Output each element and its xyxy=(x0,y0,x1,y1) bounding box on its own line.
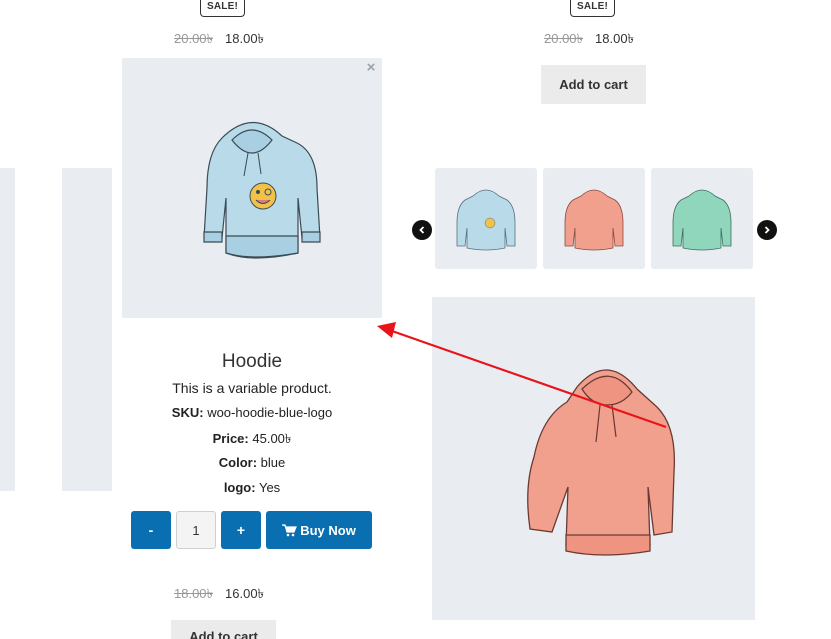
color-value: blue xyxy=(260,455,286,470)
sale-badge: SALE! xyxy=(200,0,245,17)
old-price: 20.00৳ xyxy=(174,31,214,46)
gallery-thumbnail[interactable] xyxy=(651,168,753,269)
old-price: 18.00৳ xyxy=(174,586,214,601)
blue-hoodie-illustration xyxy=(203,121,321,259)
product-image-panel xyxy=(0,168,15,491)
product-color: Color: blue xyxy=(122,455,382,470)
sku-value: woo-hoodie-blue-logo xyxy=(207,405,333,420)
color-label: Color: xyxy=(218,455,258,470)
product-title: Hoodie xyxy=(221,351,283,372)
quick-view-product-image xyxy=(122,58,382,318)
add-to-cart-button[interactable]: Add to cart xyxy=(541,65,646,104)
sale-price: 16.00৳ xyxy=(225,586,265,601)
sku-label: SKU: xyxy=(171,405,204,420)
quantity-decrease-button[interactable]: - xyxy=(131,511,171,549)
quantity-input[interactable]: 1 xyxy=(176,511,216,549)
price-value: 45.00৳ xyxy=(252,431,292,446)
sale-price: 18.00৳ xyxy=(225,31,265,46)
buy-now-label: Buy Now xyxy=(300,522,356,538)
product-logo: logo: Yes xyxy=(122,480,382,495)
gallery-thumbnail[interactable] xyxy=(543,168,645,269)
product-sku: SKU: woo-hoodie-blue-logo xyxy=(122,405,382,420)
quantity-increase-button[interactable]: + xyxy=(221,511,261,549)
quantity-value: 1 xyxy=(192,522,200,538)
chevron-right-icon xyxy=(764,226,770,234)
gallery-next-button[interactable] xyxy=(757,220,777,240)
chevron-left-icon xyxy=(419,226,425,234)
logo-value: Yes xyxy=(258,480,281,495)
product-price: 18.00৳ 16.00৳ xyxy=(174,585,264,606)
gallery-prev-button[interactable] xyxy=(412,220,432,240)
product-image-panel xyxy=(62,168,112,491)
sale-badge: SALE! xyxy=(570,0,615,17)
old-price: 20.00৳ xyxy=(544,31,584,46)
green-hoodie-thumbnail xyxy=(672,189,732,251)
product-price: 20.00৳ 18.00৳ xyxy=(174,30,264,51)
blue-hoodie-thumbnail xyxy=(456,189,516,251)
sale-price: 18.00৳ xyxy=(595,31,635,46)
buy-now-button[interactable]: Buy Now xyxy=(266,511,372,549)
pink-hoodie-illustration xyxy=(527,369,676,556)
gallery-thumbnail[interactable] xyxy=(435,168,537,269)
price-label: Price: xyxy=(212,431,249,446)
pink-hoodie-thumbnail xyxy=(564,189,624,251)
add-to-cart-button[interactable]: Add to cart xyxy=(171,620,276,639)
close-icon[interactable]: × xyxy=(364,60,378,76)
main-product-image xyxy=(432,297,755,620)
product-price: 20.00৳ 18.00৳ xyxy=(544,30,634,51)
product-description: This is a variable product. xyxy=(172,380,332,396)
cart-icon xyxy=(282,523,298,536)
logo-label: logo: xyxy=(223,480,256,495)
product-price: Price: 45.00৳ xyxy=(122,430,382,451)
